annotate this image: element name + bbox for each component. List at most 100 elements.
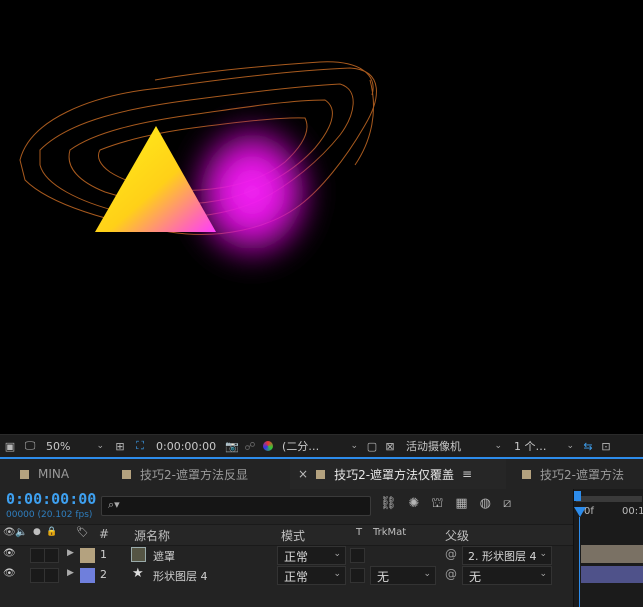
- composition-viewer[interactable]: [0, 0, 643, 434]
- spiral-icon[interactable]: @: [445, 567, 457, 581]
- frame-blending-icon[interactable]: ▦: [455, 496, 467, 516]
- region-of-interest-icon[interactable]: ▢: [364, 438, 380, 454]
- mode-dropdown[interactable]: 正常 ⌄: [277, 566, 346, 585]
- work-area-bar[interactable]: [576, 496, 642, 502]
- checkerboard-icon[interactable]: ⊠: [382, 438, 398, 454]
- work-area-start-handle[interactable]: [574, 491, 581, 501]
- layer-column-header: 👁 🔈 ● 🔒 🏷 # 源名称 模式 T TrkMat 父级: [0, 524, 573, 546]
- column-parent[interactable]: 父级: [445, 527, 469, 544]
- magenta-glow: [180, 110, 324, 274]
- layer-name[interactable]: 形状图层 4: [153, 568, 208, 584]
- label-color-swatch[interactable]: [80, 568, 95, 583]
- tab-method[interactable]: 技巧2-遮罩方法: [514, 459, 632, 489]
- camera-dropdown[interactable]: 活动摄像机 ⌄: [406, 438, 502, 454]
- tab-label: 技巧2-遮罩方法: [540, 467, 624, 482]
- chevron-down-icon: ⌄: [350, 441, 358, 451]
- solo-toggle[interactable]: [30, 548, 45, 563]
- tab-color-swatch: [316, 469, 326, 479]
- column-trkmat[interactable]: TrkMat: [373, 527, 406, 538]
- transparency-grid-icon[interactable]: ⛶: [132, 438, 148, 454]
- layer-row[interactable]: 👁 ▶ 1 遮罩 正常 ⌄ @ 2. 形状图层 4 ⌄: [0, 545, 573, 565]
- tab-mina[interactable]: MINA: [12, 459, 114, 489]
- composition-tabs: MINA 技巧2-遮罩方法反显 × 技巧2-遮罩方法仅覆盖 ≡ 技巧2-遮罩方法: [0, 459, 643, 489]
- playhead-icon[interactable]: [574, 507, 586, 517]
- viewer-toolbar: ▣ 🖵 50% ⌄ ⊞ ⛶ 0:00:00:00 📷 ☍ (二分… ⌄ ▢ ⊠ 活动…: [0, 434, 643, 457]
- camera-icon[interactable]: 📷: [224, 438, 240, 454]
- fast-preview-icon[interactable]: ⇆: [580, 438, 596, 454]
- monitor-icon[interactable]: ▣: [2, 438, 18, 454]
- spiral-icon[interactable]: @: [445, 547, 457, 561]
- lock-toggle[interactable]: [44, 568, 59, 583]
- layer-number: 1: [100, 548, 107, 561]
- lock-toggle[interactable]: [44, 548, 59, 563]
- layer-name[interactable]: 遮罩: [153, 548, 175, 564]
- draft-3d-icon[interactable]: ✺: [409, 496, 420, 516]
- layer-1-duration-bar[interactable]: [581, 545, 643, 563]
- views-dropdown[interactable]: 1 个… ⌄: [514, 438, 574, 454]
- zoom-value: 50%: [46, 439, 71, 453]
- eye-icon[interactable]: 👁: [3, 527, 16, 538]
- solo-toggle[interactable]: [30, 568, 45, 583]
- parent-dropdown[interactable]: 2. 形状图层 4 ⌄: [462, 546, 552, 565]
- resolution-dropdown[interactable]: (二分… ⌄: [282, 438, 358, 454]
- camera-value: 活动摄像机: [406, 440, 461, 453]
- parent-value: 2. 形状图层 4: [468, 550, 537, 563]
- tab-reverse[interactable]: 技巧2-遮罩方法反显: [114, 459, 290, 489]
- comp-flowchart-icon[interactable]: ⛓: [380, 496, 397, 516]
- lock-icon[interactable]: 🔒: [46, 527, 57, 537]
- column-t[interactable]: T: [356, 527, 362, 538]
- chevron-down-icon: ⌄: [539, 549, 547, 559]
- playhead-line: [579, 517, 580, 607]
- shy-layers-icon[interactable]: ⛫: [431, 496, 443, 516]
- layer-number: 2: [100, 568, 107, 581]
- timeline-timecode[interactable]: 0:00:00:00: [6, 490, 96, 508]
- preserve-transparency-toggle[interactable]: [350, 568, 365, 583]
- trkmat-value: 无: [377, 570, 390, 584]
- parent-value: 无: [469, 570, 482, 584]
- mode-value: 正常: [284, 570, 309, 584]
- tab-cover-only[interactable]: × 技巧2-遮罩方法仅覆盖 ≡: [290, 459, 506, 489]
- solo-icon[interactable]: ●: [33, 527, 41, 537]
- star-icon: ★: [132, 566, 144, 581]
- audio-icon[interactable]: 🔈: [15, 527, 27, 538]
- chevron-down-icon: ⌄: [96, 441, 104, 451]
- snapshot-icon[interactable]: ☍: [242, 438, 258, 454]
- eye-icon[interactable]: 👁: [3, 568, 16, 579]
- expand-arrow-icon[interactable]: ▶: [67, 568, 74, 578]
- trkmat-dropdown[interactable]: 无 ⌄: [370, 566, 436, 585]
- close-icon[interactable]: ×: [298, 467, 308, 481]
- layer-2-duration-bar[interactable]: [581, 566, 643, 583]
- tab-color-swatch: [522, 469, 531, 479]
- column-mode[interactable]: 模式: [281, 527, 305, 544]
- chevron-down-icon: ⌄: [566, 441, 574, 451]
- graph-editor-icon[interactable]: ⧄: [503, 496, 511, 516]
- parent-dropdown[interactable]: 无 ⌄: [462, 566, 552, 585]
- current-time[interactable]: 0:00:00:00: [156, 440, 218, 453]
- search-icon: ⌕▾: [108, 498, 120, 511]
- tab-color-swatch: [122, 469, 131, 479]
- timeline-ruler-area[interactable]: 0f 00:1: [573, 489, 643, 607]
- column-source-name[interactable]: 源名称: [134, 527, 170, 544]
- menu-icon[interactable]: ≡: [462, 467, 472, 481]
- column-num[interactable]: #: [99, 527, 109, 541]
- display-icon[interactable]: 🖵: [22, 438, 38, 454]
- eye-icon[interactable]: 👁: [3, 548, 16, 559]
- reset-exposure-icon[interactable]: ⊡: [598, 438, 614, 454]
- chevron-down-icon: ⌄: [333, 569, 341, 579]
- label-color-swatch[interactable]: [80, 548, 95, 563]
- chevron-down-icon: ⌄: [494, 441, 502, 451]
- layer-row[interactable]: 👁 ▶ 2 ★ 形状图层 4 正常 ⌄ 无 ⌄ @ 无 ⌄: [0, 565, 573, 585]
- timeline-panel: 0:00:00:00 00000 (20.102 fps) ⌕▾ ⛓ ✺ ⛫ ▦…: [0, 489, 643, 607]
- region-icon[interactable]: ⊞: [112, 438, 128, 454]
- motion-blur-icon[interactable]: ◍: [480, 496, 491, 516]
- zoom-dropdown[interactable]: 50% ⌄: [46, 438, 104, 454]
- preserve-transparency-toggle[interactable]: [350, 548, 365, 563]
- ruler-label-next: 00:1: [622, 506, 643, 517]
- tab-label: 技巧2-遮罩方法反显: [140, 467, 248, 482]
- label-icon[interactable]: 🏷: [76, 527, 89, 538]
- expand-arrow-icon[interactable]: ▶: [67, 548, 74, 558]
- layer-search-input[interactable]: ⌕▾: [101, 496, 371, 516]
- color-icon[interactable]: [260, 438, 276, 454]
- tab-color-swatch: [20, 469, 29, 479]
- mode-dropdown[interactable]: 正常 ⌄: [277, 546, 346, 565]
